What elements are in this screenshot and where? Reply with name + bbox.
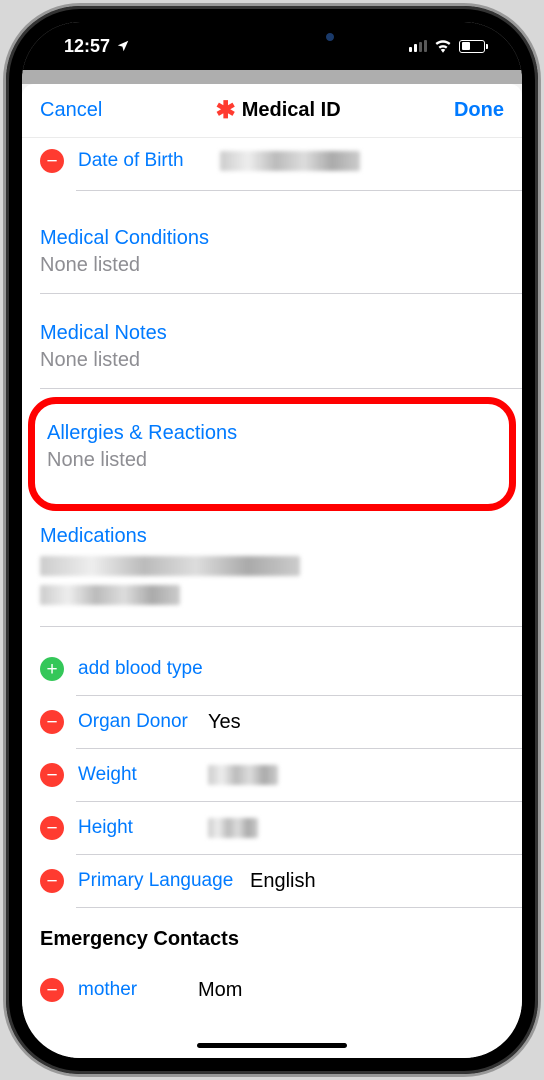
add-blood-type-row[interactable]: + add blood type bbox=[22, 643, 522, 695]
page-title: ✱ Medical ID bbox=[216, 96, 341, 125]
weight-label: Weight bbox=[78, 764, 208, 786]
wifi-icon bbox=[434, 39, 452, 53]
dob-row[interactable]: − Date of Birth bbox=[22, 138, 522, 190]
medical-asterisk-icon: ✱ bbox=[216, 96, 236, 125]
notes-section[interactable]: Medical Notes None listed bbox=[22, 310, 522, 380]
contact-name: Mom bbox=[198, 979, 242, 1002]
height-row[interactable]: − Height bbox=[22, 802, 522, 854]
done-button[interactable]: Done bbox=[454, 99, 504, 122]
add-blood-type-label: add blood type bbox=[78, 658, 203, 680]
phone-frame: 12:57 Cancel bbox=[6, 6, 538, 1074]
notch bbox=[162, 22, 382, 52]
conditions-label: Medical Conditions bbox=[40, 227, 504, 250]
nav-bar: Cancel ✱ Medical ID Done bbox=[22, 84, 522, 138]
signal-icon bbox=[409, 40, 427, 52]
delete-icon[interactable]: − bbox=[40, 710, 64, 734]
delete-icon[interactable]: − bbox=[40, 816, 64, 840]
height-label: Height bbox=[78, 817, 208, 839]
add-icon[interactable]: + bbox=[40, 657, 64, 681]
content-area[interactable]: − Date of Birth Medical Conditions None … bbox=[22, 138, 522, 1058]
sheet-background bbox=[22, 70, 522, 84]
organ-donor-value: Yes bbox=[208, 711, 241, 734]
contact-relation: mother bbox=[78, 979, 198, 1001]
status-time: 12:57 bbox=[64, 36, 110, 57]
height-value-redacted bbox=[208, 818, 258, 838]
weight-value-redacted bbox=[208, 765, 278, 785]
medications-label: Medications bbox=[40, 525, 504, 548]
allergies-label: Allergies & Reactions bbox=[47, 422, 497, 445]
title-text: Medical ID bbox=[242, 99, 341, 122]
home-indicator[interactable] bbox=[197, 1043, 347, 1048]
primary-language-value: English bbox=[250, 870, 316, 893]
cancel-button[interactable]: Cancel bbox=[40, 99, 102, 122]
allergies-value: None listed bbox=[47, 449, 497, 472]
location-icon bbox=[116, 39, 130, 53]
notes-label: Medical Notes bbox=[40, 322, 504, 345]
primary-language-row[interactable]: − Primary Language English bbox=[22, 855, 522, 907]
allergies-section-highlighted[interactable]: Allergies & Reactions None listed bbox=[28, 397, 516, 511]
dob-value-redacted bbox=[220, 151, 360, 171]
primary-language-label: Primary Language bbox=[78, 870, 250, 892]
conditions-value: None listed bbox=[40, 254, 504, 277]
emergency-contacts-header: Emergency Contacts bbox=[22, 908, 522, 961]
organ-donor-label: Organ Donor bbox=[78, 711, 208, 733]
conditions-section[interactable]: Medical Conditions None listed bbox=[22, 215, 522, 285]
battery-icon bbox=[459, 40, 488, 53]
emergency-contact-row[interactable]: − mother Mom bbox=[22, 961, 522, 1013]
medications-value-redacted bbox=[40, 552, 504, 610]
medications-section[interactable]: Medications bbox=[22, 519, 522, 618]
delete-icon[interactable]: − bbox=[40, 869, 64, 893]
modal-sheet: Cancel ✱ Medical ID Done − Date of Birth bbox=[22, 84, 522, 1058]
weight-row[interactable]: − Weight bbox=[22, 749, 522, 801]
screen: 12:57 Cancel bbox=[22, 22, 522, 1058]
dob-label: Date of Birth bbox=[78, 150, 220, 172]
camera-dot bbox=[326, 33, 334, 41]
delete-icon[interactable]: − bbox=[40, 149, 64, 173]
delete-icon[interactable]: − bbox=[40, 978, 64, 1002]
organ-donor-row[interactable]: − Organ Donor Yes bbox=[22, 696, 522, 748]
delete-icon[interactable]: − bbox=[40, 763, 64, 787]
notes-value: None listed bbox=[40, 349, 504, 372]
